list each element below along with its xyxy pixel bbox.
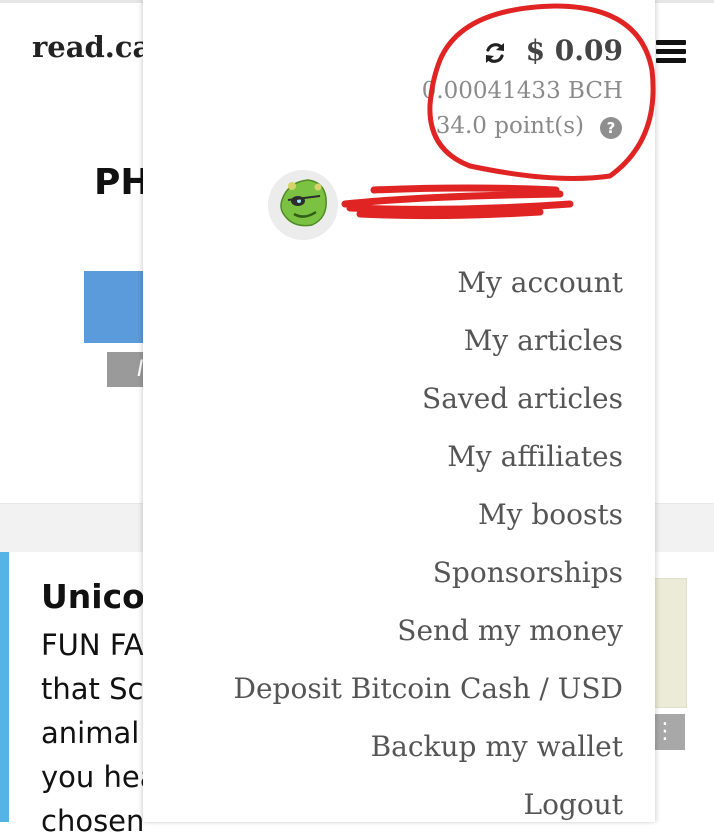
refresh-icon[interactable] [481,39,509,67]
article-text-line: that Sc [41,672,144,706]
user-avatar[interactable] [268,170,338,240]
menu-item-my-boosts[interactable]: My boosts [478,498,623,531]
balance-bch: 0.00041433 BCH [421,78,623,104]
article-accent-bar [0,552,9,822]
site-logo[interactable]: read.ca [32,30,151,64]
article-text-line: animal i [41,716,157,750]
article-text-line: FUN FA [41,628,144,662]
article-text-line: chosen [41,804,145,838]
green-monster-avatar-icon [268,170,338,240]
menu-item-my-articles[interactable]: My articles [464,324,623,357]
balance-points: 34.0 point(s) [435,113,584,139]
help-icon[interactable]: ? [600,117,622,139]
menu-item-my-account[interactable]: My account [457,266,623,299]
article-text-line: you hea [41,760,158,794]
menu-item-logout[interactable]: Logout [523,788,623,821]
menu-item-send-my-money[interactable]: Send my money [397,614,623,647]
menu-item-my-affiliates[interactable]: My affiliates [447,440,623,473]
menu-item-sponsorships[interactable]: Sponsorships [433,556,623,589]
balance-usd: $ 0.09 [525,34,623,67]
menu-item-saved-articles[interactable]: Saved articles [422,382,623,415]
hamburger-menu-icon[interactable] [656,40,686,66]
menu-item-deposit[interactable]: Deposit Bitcoin Cash / USD [234,672,623,705]
menu-item-backup-wallet[interactable]: Backup my wallet [371,730,623,763]
